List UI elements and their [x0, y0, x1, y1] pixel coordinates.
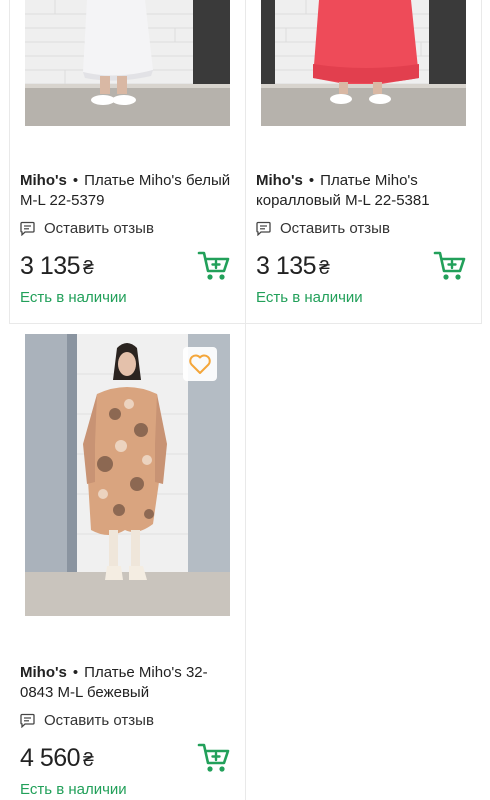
- product-photo[interactable]: [25, 0, 230, 126]
- product-brand: Miho's: [20, 664, 67, 681]
- product-price: 3 135: [256, 252, 317, 280]
- separator-dot: •: [72, 172, 79, 189]
- leave-review-link[interactable]: Оставить отзыв: [20, 218, 237, 238]
- shopping-cart-icon[interactable]: [433, 250, 467, 282]
- product-name-line2: коралловый M-L 22-5381: [256, 192, 430, 209]
- product-price: 3 135: [20, 252, 81, 280]
- shopping-cart-icon[interactable]: [197, 742, 231, 774]
- product-card[interactable]: Miho's • Платье Miho's коралловый M-L 22-5…: [246, 0, 481, 323]
- product-title[interactable]: Miho's • Платье Miho's 32- 0843 M-L бежевы…: [20, 663, 237, 703]
- product-card[interactable]: Miho's • Платье Miho's 32- 0843 M-L бежевы…: [10, 324, 245, 800]
- currency-symbol: ₴: [83, 750, 94, 771]
- right-edge-divider: [481, 0, 482, 323]
- product-brand: Miho's: [20, 172, 67, 189]
- shopping-cart-icon[interactable]: [197, 250, 231, 282]
- product-name-line2: M-L 22-5379: [20, 192, 105, 209]
- stock-status: Есть в наличии: [20, 289, 127, 306]
- leave-review-label: Оставить отзыв: [280, 219, 390, 237]
- currency-symbol: ₴: [83, 258, 94, 279]
- chat-bubble-icon: [20, 221, 35, 236]
- leave-review-label: Оставить отзыв: [44, 711, 154, 729]
- product-name-line1: Платье Miho's 32-: [84, 664, 208, 681]
- stock-status: Есть в наличии: [256, 289, 363, 306]
- product-title[interactable]: Miho's • Платье Miho's коралловый M-L 22-5…: [256, 171, 473, 211]
- product-name-line2: 0843 M-L бежевый: [20, 684, 150, 701]
- product-title[interactable]: Miho's • Платье Miho's белый M-L 22-5379: [20, 171, 237, 211]
- chat-bubble-icon: [256, 221, 271, 236]
- favorite-button[interactable]: [183, 347, 217, 381]
- heart-outline-icon: [189, 354, 211, 374]
- product-photo[interactable]: [261, 0, 466, 126]
- product-grid: Miho's • Платье Miho's белый M-L 22-5379 О…: [0, 0, 490, 800]
- leave-review-link[interactable]: Оставить отзыв: [20, 710, 237, 730]
- leave-review-link[interactable]: Оставить отзыв: [256, 218, 473, 238]
- separator-dot: •: [72, 664, 79, 681]
- product-brand: Miho's: [256, 172, 303, 189]
- product-photo[interactable]: [25, 334, 230, 616]
- product-card[interactable]: Miho's • Платье Miho's белый M-L 22-5379 О…: [10, 0, 245, 323]
- currency-symbol: ₴: [319, 258, 330, 279]
- product-price: 4 560: [20, 744, 81, 772]
- stock-status: Есть в наличии: [20, 781, 127, 798]
- chat-bubble-icon: [20, 713, 35, 728]
- separator-dot: •: [308, 172, 315, 189]
- leave-review-label: Оставить отзыв: [44, 219, 154, 237]
- product-name-line1: Платье Miho's: [320, 172, 418, 189]
- product-name-line1: Платье Miho's белый: [84, 172, 231, 189]
